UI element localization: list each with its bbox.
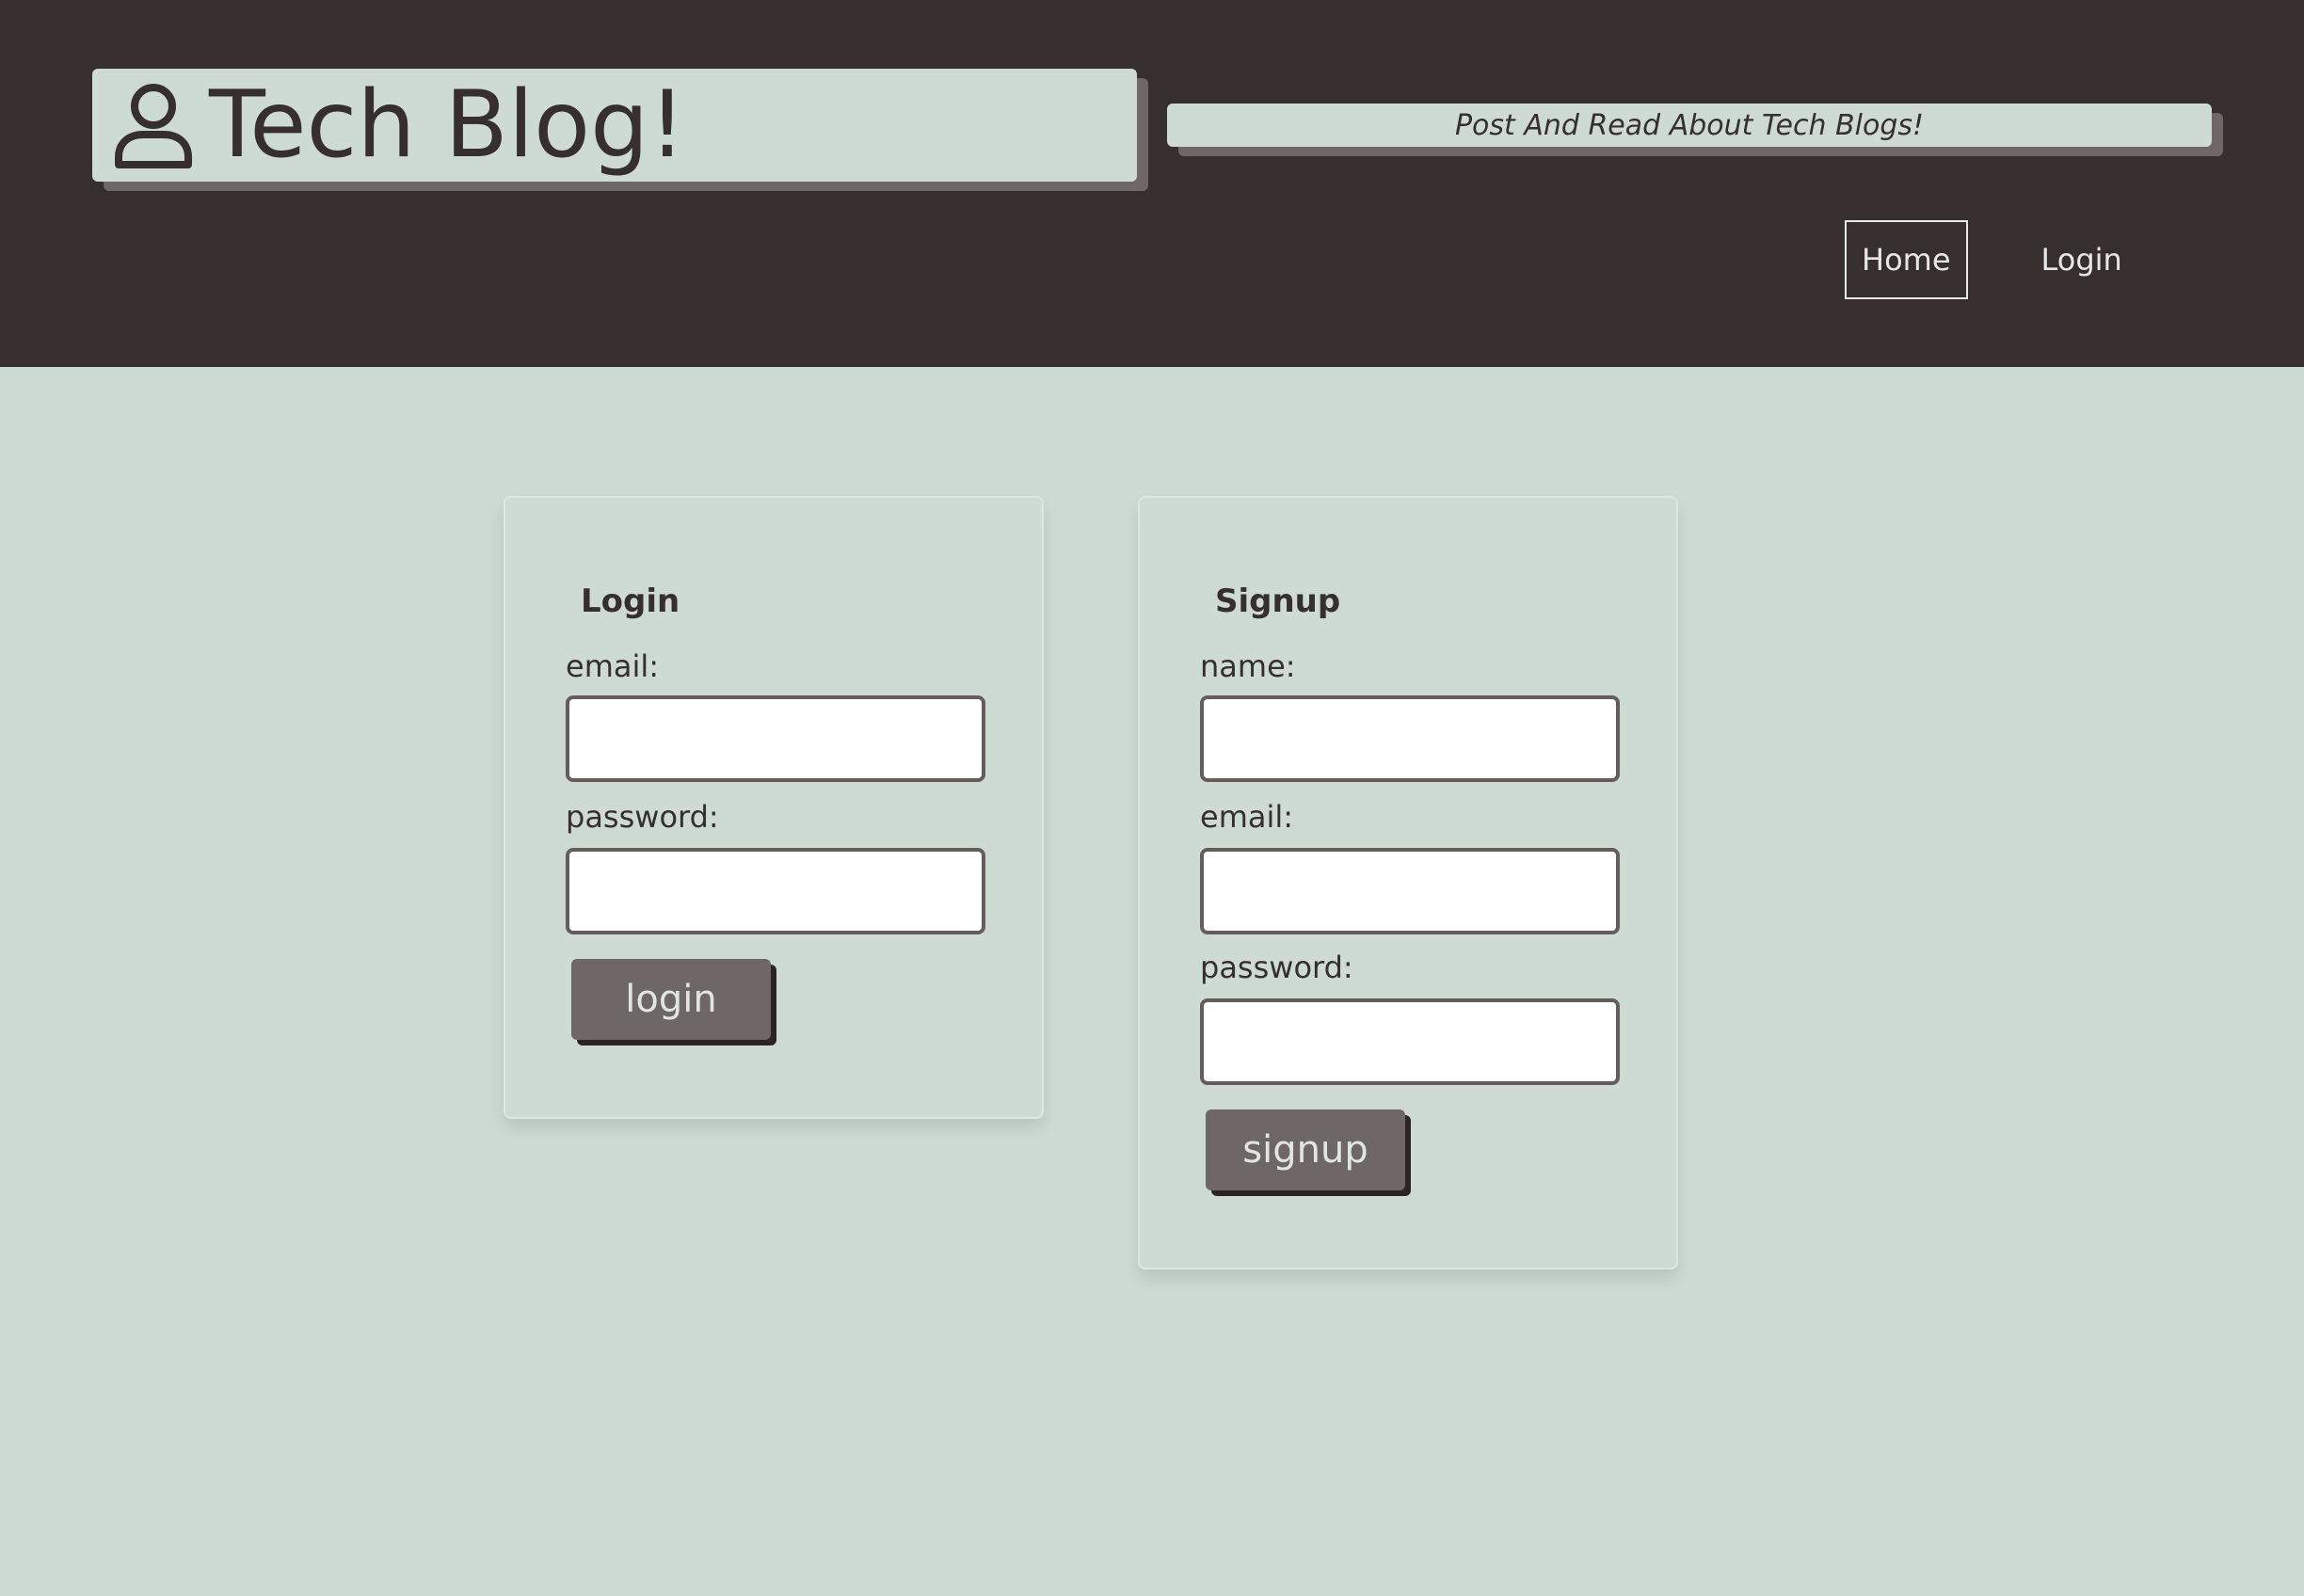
login-email-input[interactable] [566, 695, 985, 782]
site-tagline: Post And Read About Tech Blogs! [1167, 104, 2212, 147]
signup-email-label: email: [1200, 799, 1294, 835]
signup-button[interactable]: signup [1206, 1109, 1405, 1190]
nav-home-link[interactable]: Home [1845, 220, 1968, 299]
nav-login-link[interactable]: Login [2024, 220, 2139, 299]
login-email-label: email: [566, 648, 660, 684]
signup-password-input[interactable] [1200, 998, 1620, 1085]
site-header: Tech Blog! Post And Read About Tech Blog… [0, 0, 2304, 367]
signup-card: Signup name: email: password: signup [1138, 496, 1678, 1269]
signup-password-label: password: [1200, 950, 1353, 985]
login-card: Login email: password: login [504, 496, 1044, 1119]
signup-email-input[interactable] [1200, 848, 1620, 934]
signup-title: Signup [1215, 583, 1341, 620]
signup-name-label: name: [1200, 648, 1296, 684]
login-password-label: password: [566, 799, 719, 835]
login-button[interactable]: login [571, 959, 771, 1040]
site-title: Tech Blog! [209, 72, 686, 179]
brand-banner: Tech Blog! [92, 69, 1137, 182]
user-icon [111, 78, 196, 172]
login-password-input[interactable] [566, 848, 985, 934]
main-nav: Home Login [1845, 220, 2139, 299]
login-title: Login [581, 583, 680, 620]
signup-name-input[interactable] [1200, 695, 1620, 782]
